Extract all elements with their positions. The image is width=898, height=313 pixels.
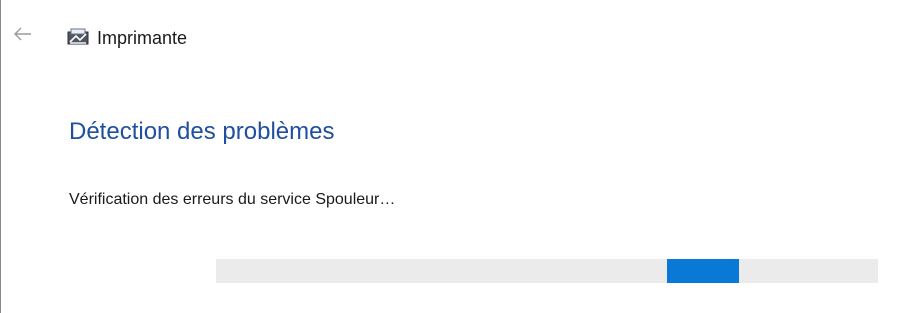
progress-bar bbox=[216, 259, 878, 283]
printer-icon bbox=[67, 28, 89, 46]
progress-bar-fill bbox=[667, 259, 739, 283]
troubleshooter-window: Imprimante Détection des problèmes Vérif… bbox=[0, 0, 898, 313]
app-title: Imprimante bbox=[97, 28, 188, 48]
back-button[interactable] bbox=[9, 22, 37, 50]
status-text: Vérification des erreurs du service Spou… bbox=[69, 191, 396, 208]
title-bar: Imprimante bbox=[1, 0, 898, 78]
back-arrow-icon bbox=[14, 27, 32, 46]
page-heading: Détection des problèmes bbox=[69, 118, 335, 145]
